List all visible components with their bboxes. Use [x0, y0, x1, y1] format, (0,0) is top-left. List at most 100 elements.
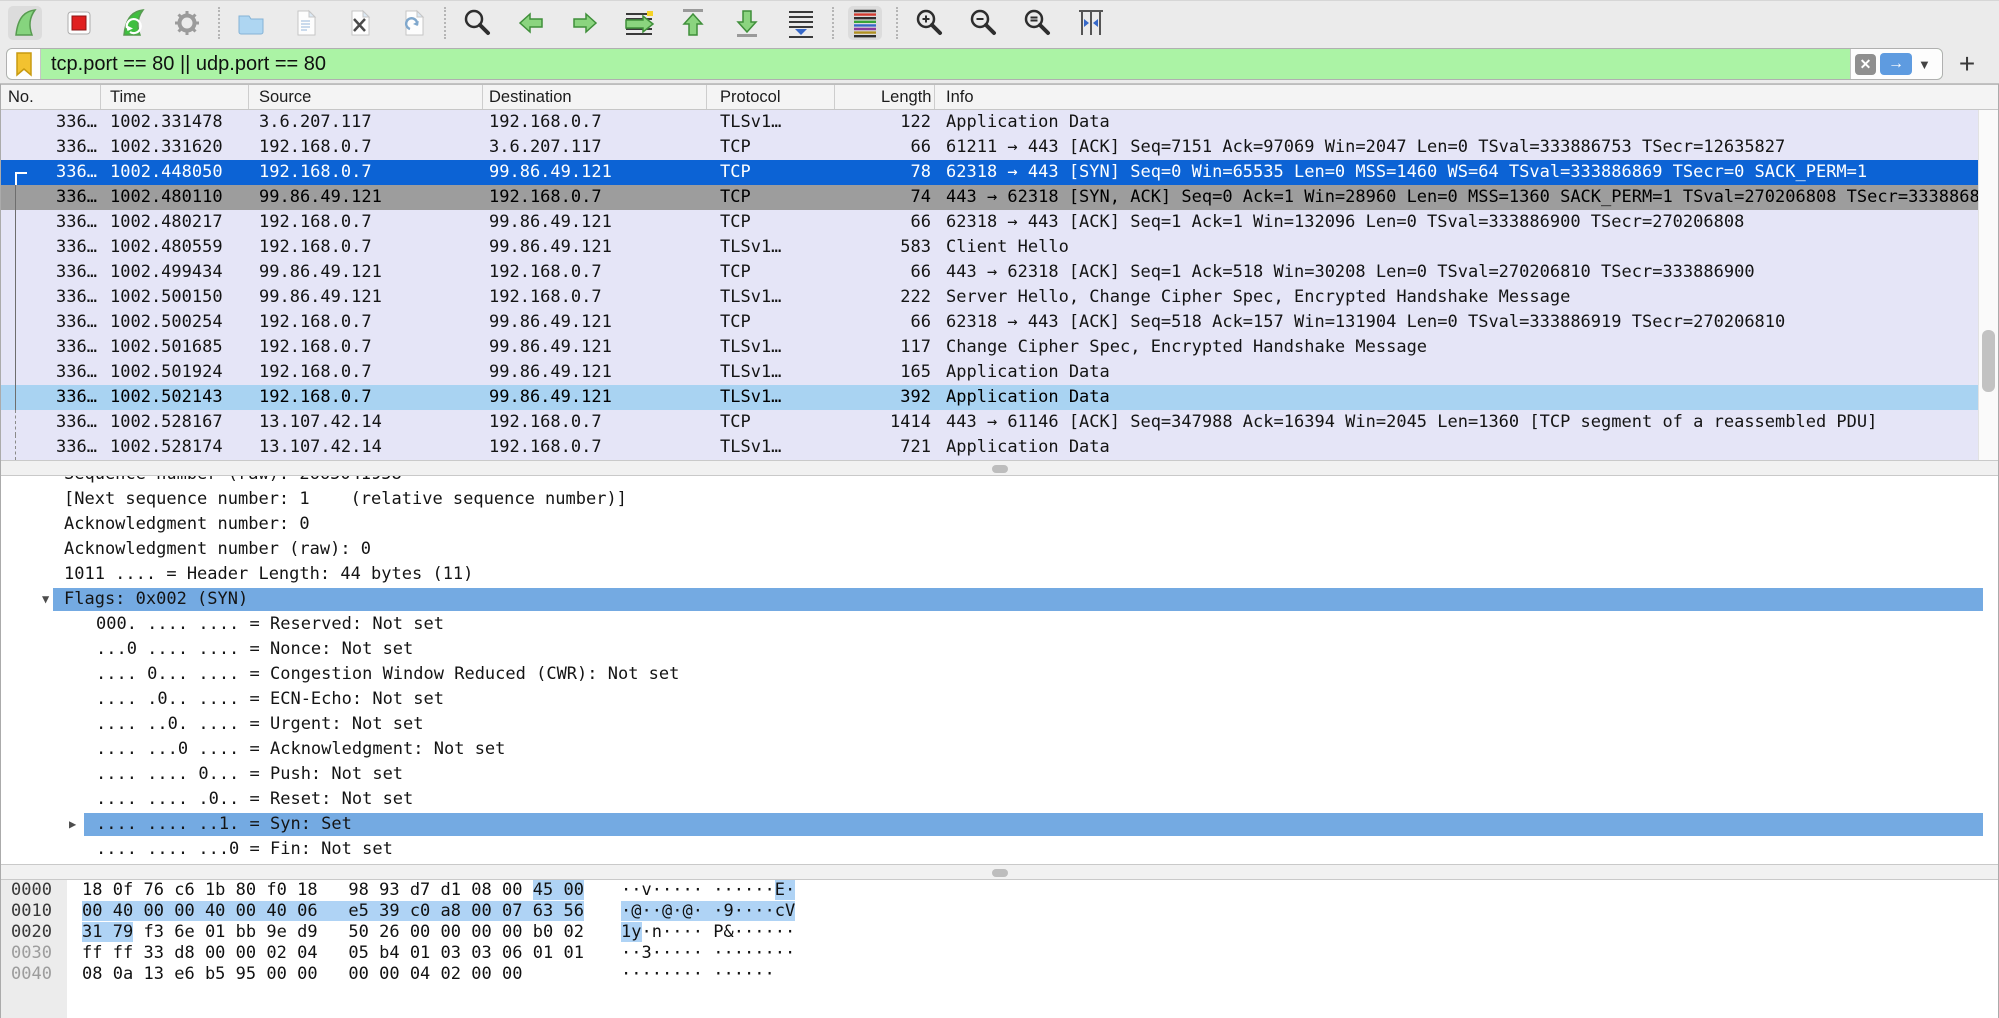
go-to-packet-button[interactable] — [622, 6, 656, 40]
packet-cell-time: 1002.501685 — [101, 335, 249, 360]
hex-ascii[interactable]: ··v····· ······E· — [621, 880, 795, 901]
stop-capture-button[interactable] — [62, 6, 96, 40]
resize-columns-button[interactable] — [1074, 6, 1108, 40]
packet-row[interactable]: 336…1002.480217192.168.0.799.86.49.121TC… — [1, 210, 1998, 235]
packet-cell-dst: 99.86.49.121 — [483, 235, 707, 260]
close-file-button[interactable] — [342, 6, 376, 40]
detail-line[interactable]: 1011 .... = Header Length: 44 bytes (11) — [1, 562, 1998, 587]
column-header-destination[interactable]: Destination — [483, 85, 707, 109]
packet-list-scrollbar[interactable] — [1978, 110, 1998, 460]
detail-line[interactable]: .... ..0. .... = Urgent: Not set — [1, 712, 1998, 737]
packet-cell-src: 3.6.207.117 — [249, 110, 483, 135]
packet-row[interactable]: 336…1002.331620192.168.0.73.6.207.117TCP… — [1, 135, 1998, 160]
detail-line[interactable]: .... .... .0.. = Reset: Not set — [1, 787, 1998, 812]
display-filter-input[interactable]: tcp.port == 80 || udp.port == 80 ✕ → ▼ — [6, 48, 1943, 80]
hex-row[interactable]: 004008 0a 13 e6 b5 95 00 00 00 00 04 02 … — [1, 964, 1998, 985]
detail-selection-highlight — [53, 588, 1983, 611]
column-header-protocol[interactable]: Protocol — [707, 85, 835, 109]
packet-cell-no: 336… — [1, 360, 101, 385]
packet-cell-src: 192.168.0.7 — [249, 160, 483, 185]
auto-scroll-button[interactable] — [784, 6, 818, 40]
open-file-button[interactable] — [234, 6, 268, 40]
packet-row[interactable]: 336…1002.500254192.168.0.799.86.49.121TC… — [1, 310, 1998, 335]
column-header-no[interactable]: No. — [1, 85, 101, 109]
packet-row[interactable]: 336…1002.49943499.86.49.121192.168.0.7TC… — [1, 260, 1998, 285]
hex-ascii[interactable]: ··3····· ········ — [621, 943, 795, 964]
detail-line[interactable]: .... 0... .... = Congestion Window Reduc… — [1, 662, 1998, 687]
hex-row[interactable]: 001000 40 00 00 40 00 40 06 e5 39 c0 a8 … — [1, 901, 1998, 922]
go-back-button[interactable] — [514, 6, 548, 40]
packet-row[interactable]: 336…1002.48011099.86.49.121192.168.0.7TC… — [1, 185, 1998, 210]
packet-row[interactable]: 336…1002.52817413.107.42.14192.168.0.7TL… — [1, 435, 1998, 460]
go-first-packet-icon — [676, 6, 710, 40]
toolbar-separator — [218, 7, 220, 39]
detail-line[interactable]: .... .... 0... = Push: Not set — [1, 762, 1998, 787]
find-packet-icon — [460, 6, 494, 40]
go-forward-button[interactable] — [568, 6, 602, 40]
splitter-details-hex[interactable] — [1, 864, 1998, 880]
column-header-length[interactable]: Length — [835, 85, 935, 109]
zoom-in-button[interactable] — [912, 6, 946, 40]
column-header-info[interactable]: Info — [935, 85, 1998, 109]
hex-ascii[interactable]: ·@··@·@· ·9····cV — [621, 901, 795, 922]
filter-dropdown-button[interactable]: ▼ — [1918, 57, 1931, 72]
packet-cell-info: 443 → 62318 [ACK] Seq=1 Ack=518 Win=3020… — [935, 260, 1998, 285]
detail-line[interactable]: Sequence number (raw): 2665041958 — [1, 476, 1998, 487]
find-packet-button[interactable] — [460, 6, 494, 40]
packet-row[interactable]: 336…1002.501924192.168.0.799.86.49.121TL… — [1, 360, 1998, 385]
hex-bytes[interactable]: ff ff 33 d8 00 00 02 04 05 b4 01 03 03 0… — [82, 943, 584, 964]
restart-capture-button[interactable] — [116, 6, 150, 40]
detail-line[interactable]: ...0 .... .... = Nonce: Not set — [1, 637, 1998, 662]
packet-cell-time: 1002.448050 — [101, 160, 249, 185]
filter-clear-button[interactable]: ✕ — [1855, 54, 1876, 75]
hex-row[interactable]: 000018 0f 76 c6 1b 80 f0 18 98 93 d7 d1 … — [1, 880, 1998, 901]
packet-row[interactable]: 336…1002.3314783.6.207.117192.168.0.7TLS… — [1, 110, 1998, 135]
packet-cell-dst: 99.86.49.121 — [483, 385, 707, 410]
colorize-button[interactable] — [848, 6, 882, 40]
packet-row[interactable]: 336…1002.50015099.86.49.121192.168.0.7TL… — [1, 285, 1998, 310]
detail-line[interactable]: .... .... ...0 = Fin: Not set — [1, 837, 1998, 862]
packet-row[interactable]: 336…1002.52816713.107.42.14192.168.0.7TC… — [1, 410, 1998, 435]
hex-bytes[interactable]: 00 40 00 00 40 00 40 06 e5 39 c0 a8 00 0… — [82, 901, 584, 922]
detail-line[interactable]: ▶.... .... ..1. = Syn: Set — [1, 812, 1998, 837]
column-header-time[interactable]: Time — [101, 85, 249, 109]
hex-bytes[interactable]: 18 0f 76 c6 1b 80 f0 18 98 93 d7 d1 08 0… — [82, 880, 584, 901]
go-last-packet-button[interactable] — [730, 6, 764, 40]
hex-row[interactable]: 0030ff ff 33 d8 00 00 02 04 05 b4 01 03 … — [1, 943, 1998, 964]
hex-row[interactable]: 002031 79 f3 6e 01 bb 9e d9 50 26 00 00 … — [1, 922, 1998, 943]
hex-bytes[interactable]: 31 79 f3 6e 01 bb 9e d9 50 26 00 00 00 0… — [82, 922, 584, 943]
packet-row[interactable]: 336…1002.502143192.168.0.799.86.49.121TL… — [1, 385, 1998, 410]
filter-apply-button[interactable]: → — [1880, 53, 1912, 75]
zoom-original-button[interactable] — [1020, 6, 1054, 40]
detail-line[interactable]: Acknowledgment number: 0 — [1, 512, 1998, 537]
packet-cell-proto: TLSv1… — [707, 335, 835, 360]
reload-file-button[interactable] — [396, 6, 430, 40]
detail-line[interactable]: ▼Flags: 0x002 (SYN) — [1, 587, 1998, 612]
capture-options-button[interactable] — [170, 6, 204, 40]
detail-line[interactable]: Acknowledgment number (raw): 0 — [1, 537, 1998, 562]
go-first-packet-button[interactable] — [676, 6, 710, 40]
splitter-handle[interactable] — [992, 465, 1008, 473]
packet-cell-no: 336… — [1, 235, 101, 260]
detail-text: .... .... ..1. = Syn: Set — [1, 814, 352, 834]
column-header-source[interactable]: Source — [249, 85, 483, 109]
start-capture-button[interactable] — [8, 6, 42, 40]
scrollbar-thumb[interactable] — [1982, 330, 1995, 392]
detail-line[interactable]: .... .0.. .... = ECN-Echo: Not set — [1, 687, 1998, 712]
hex-ascii[interactable]: 1y·n···· P&······ — [621, 922, 795, 943]
splitter-handle[interactable] — [992, 869, 1008, 877]
save-file-button[interactable] — [288, 6, 322, 40]
zoom-out-button[interactable] — [966, 6, 1000, 40]
packet-row[interactable]: 336…1002.501685192.168.0.799.86.49.121TL… — [1, 335, 1998, 360]
detail-line[interactable]: .... ...0 .... = Acknowledgment: Not set — [1, 737, 1998, 762]
hex-bytes[interactable]: 08 0a 13 e6 b5 95 00 00 00 00 04 02 00 0… — [82, 964, 523, 985]
filter-expression-text[interactable]: tcp.port == 80 || udp.port == 80 — [41, 49, 1850, 79]
add-filter-button[interactable]: + — [1949, 46, 1985, 82]
filter-bookmark-button[interactable] — [7, 49, 41, 79]
packet-row[interactable]: 336…1002.448050192.168.0.799.86.49.121TC… — [1, 160, 1998, 185]
detail-line[interactable]: 000. .... .... = Reserved: Not set — [1, 612, 1998, 637]
detail-line[interactable]: [Next sequence number: 1 (relative seque… — [1, 487, 1998, 512]
splitter-list-details[interactable] — [1, 460, 1998, 476]
packet-row[interactable]: 336…1002.480559192.168.0.799.86.49.121TL… — [1, 235, 1998, 260]
hex-ascii[interactable]: ········ ······ — [621, 964, 775, 985]
